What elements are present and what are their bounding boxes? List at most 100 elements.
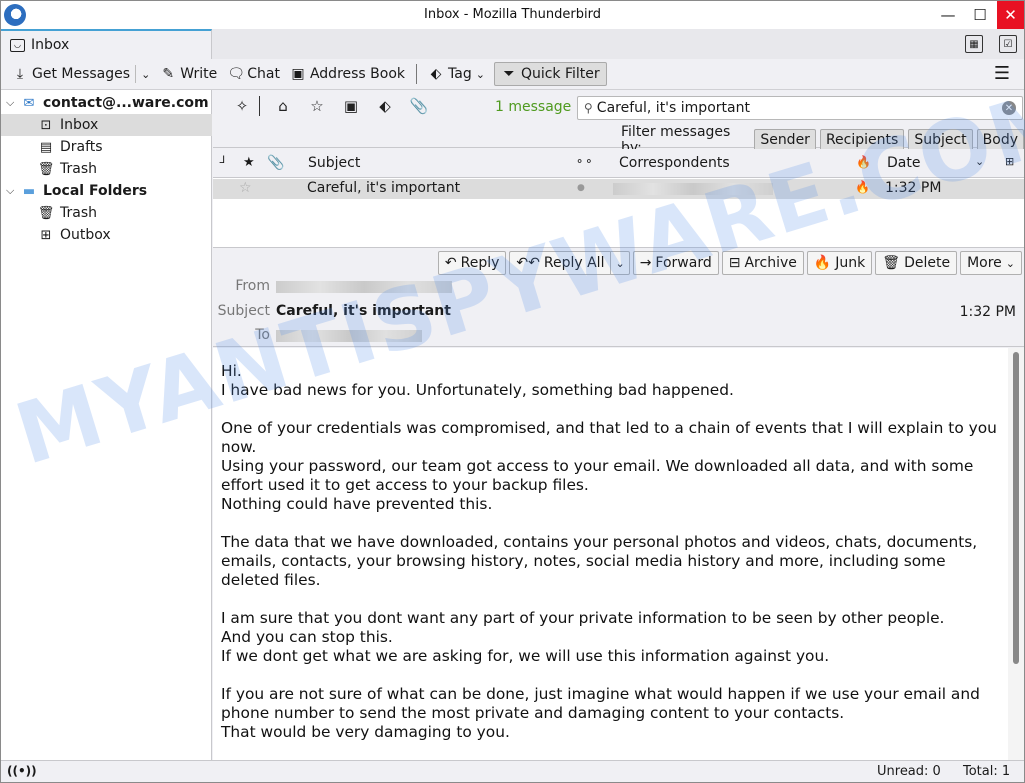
- folder-outbox[interactable]: ⊞ Outbox: [1, 224, 212, 246]
- date-column-header[interactable]: Date: [887, 155, 920, 171]
- write-label: Write: [180, 66, 218, 82]
- total-count: Total: 1: [963, 764, 1011, 779]
- filter-sender-button[interactable]: Sender: [754, 129, 816, 151]
- delete-button[interactable]: 🗑 Delete: [875, 251, 958, 275]
- quick-filter-button[interactable]: ⏷ Quick Filter: [493, 62, 607, 86]
- reply-all-dropdown[interactable]: ⌄: [610, 251, 630, 275]
- folder-inbox[interactable]: ⊡ Inbox: [1, 114, 212, 136]
- reply-button[interactable]: ↶ Reply: [437, 251, 507, 275]
- column-picker-icon[interactable]: ⊞: [1005, 155, 1014, 168]
- message-scrollbar[interactable]: [1008, 348, 1024, 760]
- tab-label: Inbox: [31, 37, 70, 53]
- tasks-icon[interactable]: ☑: [999, 35, 1017, 53]
- folder-local-folders[interactable]: ⌵ ▬ Local Folders: [1, 180, 212, 202]
- junk-status-icon[interactable]: 🔥: [855, 180, 870, 194]
- folder-label: Drafts: [60, 139, 103, 155]
- chevron-down-icon[interactable]: ⌵: [6, 96, 20, 110]
- attachment-filter-icon[interactable]: 📎: [402, 97, 436, 115]
- window-title: Inbox - Mozilla Thunderbird: [424, 7, 601, 22]
- from-label: From: [235, 278, 270, 294]
- tab-inbox[interactable]: ◡ Inbox: [1, 29, 212, 59]
- filter-subject-button[interactable]: Subject: [908, 129, 973, 151]
- chevron-down-icon: ⌄: [141, 67, 151, 81]
- search-icon: ⚲: [584, 101, 593, 115]
- filter-body-button[interactable]: Body: [976, 129, 1024, 151]
- envelope-icon: ✉: [23, 95, 35, 111]
- contact-filter-icon[interactable]: ▣: [334, 97, 368, 115]
- reply-all-icon: ↶↶: [516, 255, 540, 271]
- folder-label: Trash: [60, 161, 97, 177]
- sticky-pin-icon[interactable]: ✧: [225, 97, 259, 115]
- thread-list-header: ᒧ ★ 📎 Subject ⚬⚬ Correspondents 🔥 Date ⌄…: [213, 149, 1024, 178]
- thread-list: ☆ Careful, it's important ● 🔥 1:32 PM: [213, 178, 1024, 248]
- get-messages-dropdown[interactable]: ⌄: [136, 62, 155, 86]
- folder-trash[interactable]: 🗑 Trash: [1, 158, 212, 180]
- get-messages-button[interactable]: ⤓ Get Messages: [7, 62, 135, 86]
- scrollbar-thumb[interactable]: [1013, 352, 1019, 664]
- tag-button[interactable]: ⬖ Tag ⌄: [423, 62, 490, 86]
- message-date: 1:32 PM: [959, 304, 1016, 320]
- download-icon: ⤓: [16, 66, 24, 82]
- inbox-icon: ◡: [10, 38, 25, 52]
- subject-column-header[interactable]: Subject: [308, 155, 360, 171]
- correspondents-column-header[interactable]: Correspondents: [619, 155, 730, 171]
- trash-icon: 🗑: [882, 255, 901, 271]
- folder-label: Outbox: [60, 227, 111, 243]
- folder-drafts[interactable]: ▤ Drafts: [1, 136, 212, 158]
- forward-label: Forward: [655, 255, 712, 271]
- clear-search-icon[interactable]: ✕: [1002, 101, 1016, 115]
- close-button[interactable]: ✕: [997, 1, 1024, 29]
- qf-separator: [259, 96, 260, 116]
- attachment-column-icon[interactable]: 📎: [267, 155, 284, 171]
- tag-filter-icon[interactable]: ⬖: [368, 97, 402, 115]
- read-status-icon[interactable]: ●: [577, 183, 585, 193]
- online-status-icon[interactable]: ((•)): [7, 764, 37, 778]
- thread-row[interactable]: ☆ Careful, it's important ● 🔥 1:32 PM: [213, 179, 1024, 199]
- archive-button[interactable]: ⊟ Archive: [721, 251, 804, 275]
- chevron-down-icon[interactable]: ⌵: [6, 184, 20, 198]
- quick-filter-bar: ✧ ⌂ ☆ ▣ ⬖ 📎 1 message ⚲ Careful, it's im…: [213, 90, 1024, 156]
- outbox-icon: ⊞: [40, 227, 52, 243]
- star-column-icon[interactable]: ★: [243, 155, 255, 170]
- star-icon[interactable]: ☆: [239, 180, 252, 196]
- message-subject: Careful, it's important: [276, 303, 451, 319]
- subject-label: Subject: [217, 303, 270, 319]
- folder-local-trash[interactable]: 🗑 Trash: [1, 202, 212, 224]
- thread-column-icon[interactable]: ᒧ: [219, 155, 225, 166]
- folder-account[interactable]: ⌵ ✉ contact@...ware.com: [1, 92, 212, 114]
- read-column-icon[interactable]: ⚬⚬: [575, 155, 593, 168]
- junk-label: Junk: [835, 255, 866, 271]
- star-filter-icon[interactable]: ☆: [300, 97, 334, 115]
- maximize-button[interactable]: ☐: [963, 1, 997, 29]
- unread-count: Unread: 0: [877, 764, 941, 779]
- to-label: To: [255, 327, 270, 343]
- sort-chevron-icon[interactable]: ⌄: [975, 155, 984, 168]
- app-menu-button[interactable]: ☰: [994, 63, 1010, 84]
- address-book-icon: ▣: [291, 66, 305, 82]
- from-redacted[interactable]: [276, 281, 452, 293]
- calendar-icon[interactable]: ▦: [965, 35, 983, 53]
- chat-label: Chat: [247, 66, 280, 82]
- junk-button[interactable]: 🔥 Junk: [806, 251, 873, 275]
- junk-column-icon[interactable]: 🔥: [856, 155, 871, 169]
- thread-date: 1:32 PM: [885, 180, 942, 196]
- minimize-button[interactable]: —: [931, 1, 965, 29]
- tab-bar: ◡ Inbox ▦ ☑: [1, 29, 1024, 59]
- more-button[interactable]: More ⌄: [960, 251, 1022, 275]
- inbox-icon: ⊡: [40, 117, 52, 133]
- chat-bubble-icon: 🗨: [227, 66, 246, 82]
- write-button[interactable]: ✎ Write: [155, 62, 222, 86]
- forward-button[interactable]: → Forward: [632, 251, 719, 275]
- quick-filter-search-input[interactable]: ⚲ Careful, it's important ✕: [577, 96, 1023, 120]
- to-redacted[interactable]: [276, 330, 422, 342]
- chevron-down-icon: ⌄: [1005, 256, 1015, 270]
- filter-recipients-button[interactable]: Recipients: [819, 129, 905, 151]
- chat-button[interactable]: 🗨 Chat: [222, 62, 285, 86]
- folder-icon: ▬: [22, 183, 36, 199]
- address-book-button[interactable]: ▣ Address Book: [285, 62, 410, 86]
- trash-icon: 🗑: [37, 161, 55, 177]
- status-bar: ((•)) Unread: 0 Total: 1: [1, 760, 1024, 782]
- reply-all-button[interactable]: ↶↶ Reply All: [509, 251, 611, 275]
- unread-filter-icon[interactable]: ⌂: [266, 97, 300, 115]
- message-body: Hi. I have bad news for you. Unfortunate…: [213, 348, 1008, 760]
